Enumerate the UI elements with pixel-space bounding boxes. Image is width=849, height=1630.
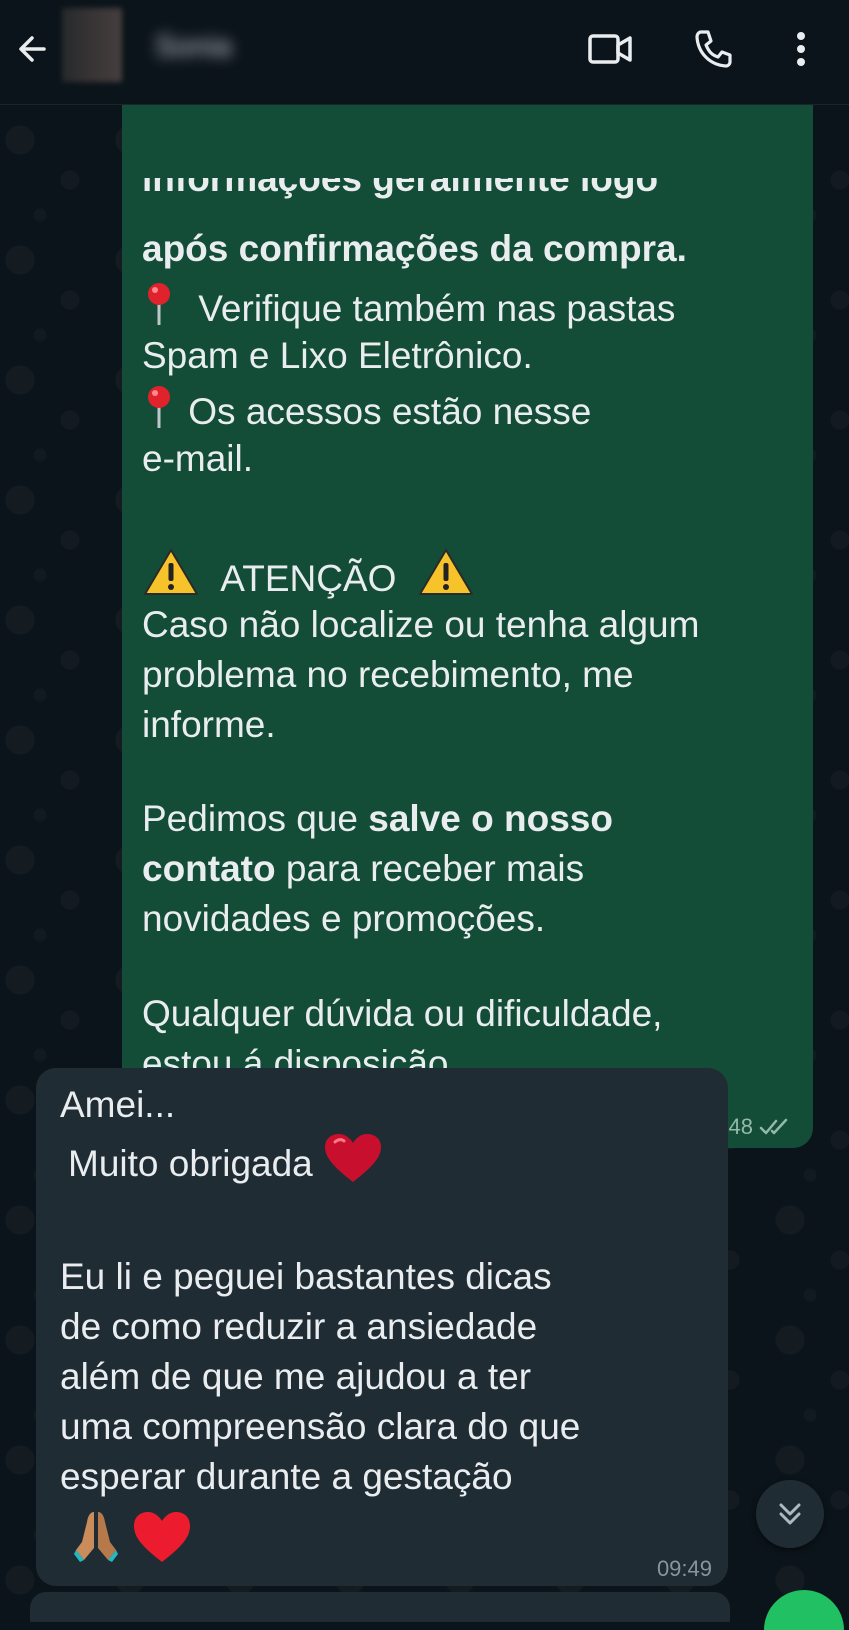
more-options-button[interactable] (776, 24, 826, 74)
double-check-icon (759, 1118, 788, 1135)
message-line: novidades e promoções. (142, 898, 546, 939)
message-line: problema no recebimento, me (142, 654, 634, 695)
phone-icon (695, 30, 732, 68)
voice-call-button[interactable] (688, 24, 738, 74)
message-line: Qualquer dúvida ou dificuldade, (142, 993, 663, 1034)
message-line: Spam e Lixo Eletrônico. (142, 335, 533, 376)
message-line: Pedimos que salve o nosso (142, 798, 613, 839)
message-line: Eu li e peguei bastantes dicas (60, 1256, 552, 1297)
chat-header: Sonia (0, 0, 849, 105)
message-line: contato para receber mais (142, 848, 585, 889)
more-vertical-icon (797, 32, 805, 66)
folded-hands-icon (72, 1508, 120, 1577)
video-camera-icon (588, 34, 632, 64)
message-list[interactable]: informações geralmente logo após confirm… (0, 64, 849, 1630)
message-line: Amei... (60, 1084, 176, 1125)
message-line: uma compreensão clara do que (60, 1406, 581, 1447)
message-line: e-mail. (142, 438, 254, 479)
red-heart-icon (132, 1510, 192, 1577)
scroll-to-bottom-button[interactable] (756, 1480, 824, 1548)
incoming-message[interactable]: Amei... Muito obrigada Eu li e peguei ba… (36, 1068, 728, 1586)
message-line: de como reduzir a ansiedade (60, 1306, 538, 1347)
action-button-peek[interactable] (764, 1590, 844, 1630)
next-message-peek (30, 1592, 730, 1622)
video-call-button[interactable] (585, 24, 635, 74)
message-line: além de que me ajudou a ter (60, 1356, 532, 1397)
message-line: após confirmações da compra. (142, 228, 687, 269)
message-time: 09:49 (656, 1556, 712, 1581)
contact-name[interactable]: Sonia (155, 30, 255, 70)
message-line: Muito obrigada (68, 1132, 383, 1197)
message-line: informe. (142, 704, 276, 745)
red-heart-icon (323, 1132, 383, 1197)
outgoing-message[interactable]: informações geralmente logo após confirm… (122, 64, 813, 1148)
arrow-left-icon (19, 36, 46, 62)
double-chevron-down-icon (779, 1503, 801, 1525)
message-line: informações geralmente logo (142, 158, 659, 199)
back-button[interactable] (10, 26, 56, 72)
message-line: Caso não localize ou tenha algum (142, 604, 700, 645)
contact-avatar[interactable] (62, 8, 122, 82)
message-line: esperar durante a gestação (60, 1456, 513, 1497)
message-line (72, 1508, 192, 1577)
